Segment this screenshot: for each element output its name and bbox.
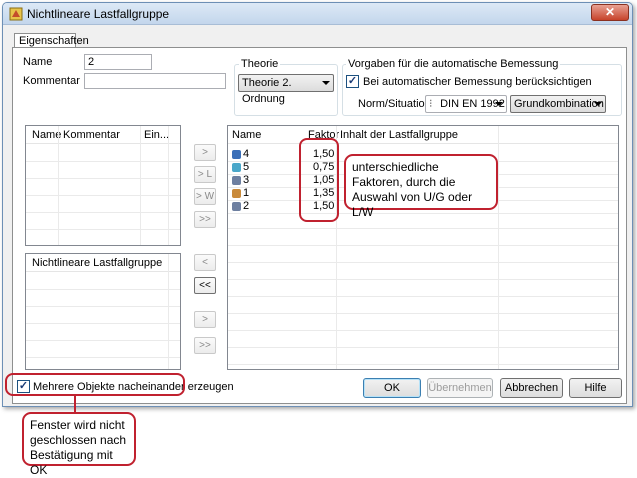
traffic-load-icon (232, 176, 241, 185)
close-button[interactable]: ✕ (591, 4, 629, 21)
col-name[interactable]: Name (32, 129, 61, 141)
theorie-group-title: Theorie (239, 58, 281, 70)
window-callout: Fenster wird nicht geschlossen nach Best… (22, 412, 136, 477)
cancel-button[interactable]: Abbrechen (500, 378, 563, 398)
add-all-button[interactable]: >> (194, 211, 216, 228)
bottom-add-button[interactable]: > (194, 311, 216, 328)
add-l-button[interactable]: > L (194, 166, 216, 183)
nonlinear-group-list-header: Nichtlineare Lastfallgruppe (26, 254, 180, 272)
remove-button[interactable]: < (194, 254, 216, 271)
col-nonlinear-group[interactable]: Nichtlineare Lastfallgruppe (32, 257, 162, 269)
col-inhalt[interactable]: Inhalt der Lastfallgruppe (340, 129, 458, 141)
app-icon (9, 7, 23, 21)
theorie-select-value: Theorie 2. Ordnung (242, 77, 292, 105)
wind-load-icon (232, 163, 241, 172)
nonlinear-group-list[interactable]: Nichtlineare Lastfallgruppe (25, 253, 181, 370)
norm-grid-icon: ⁝ (429, 98, 433, 110)
apply-button[interactable]: Übernehmen (427, 378, 493, 398)
row-name: 5 (243, 161, 250, 173)
theorie-select[interactable]: Theorie 2. Ordnung (238, 74, 334, 105)
chevron-down-icon (594, 102, 602, 106)
snow-load-icon (232, 150, 241, 159)
group-content-list-header: Name Faktor Inhalt der Lastfallgruppe (228, 126, 618, 144)
comment-label: Kommentar (23, 75, 80, 87)
factor-highlight (299, 138, 339, 222)
ok-button[interactable]: OK (363, 378, 421, 398)
multi-create-highlight (5, 373, 185, 396)
col-kommentar[interactable]: Kommentar (63, 129, 120, 141)
load-case-list[interactable]: Name Kommentar Ein... (25, 125, 181, 246)
row-name: 4 (243, 148, 250, 160)
factors-callout: unterschiedliche Faktoren, durch die Aus… (344, 154, 498, 219)
col-ein[interactable]: Ein... (144, 129, 169, 141)
close-icon: ✕ (604, 5, 616, 19)
name-field[interactable]: 2 (84, 54, 152, 70)
callout-connector (74, 396, 76, 413)
chevron-down-icon (322, 81, 330, 85)
chevron-down-icon (495, 102, 503, 106)
tab-eigenschaften[interactable]: Eigenschaften (14, 33, 89, 48)
bemessung-group-title: Vorgaben für die automatische Bemessung (346, 58, 561, 70)
norm-label: Norm/Situation: (358, 98, 434, 110)
bemessung-checkbox[interactable]: ✓ (346, 75, 359, 88)
row-name: 3 (243, 174, 250, 186)
bemessung-checkbox-label: Bei automatischer Bemessung berücksichti… (363, 76, 592, 88)
help-button[interactable]: Hilfe (569, 378, 622, 398)
row-name: 2 (243, 200, 250, 212)
add-button[interactable]: > (194, 144, 216, 161)
situation-select[interactable]: Grundkombination (510, 95, 606, 113)
situation-select-value: Grundkombination (514, 98, 604, 110)
col-name[interactable]: Name (232, 129, 261, 141)
bottom-add-all-button[interactable]: >> (194, 337, 216, 354)
properties-panel: Name 2 Kommentar Theorie Theorie 2. Ordn… (12, 47, 627, 404)
add-w-button[interactable]: > W (194, 188, 216, 205)
window-title: Nichtlineare Lastfallgruppe (27, 7, 170, 21)
load-case-list-header: Name Kommentar Ein... (26, 126, 180, 144)
dead-load-icon (232, 189, 241, 198)
row-name: 1 (243, 187, 250, 199)
comment-field[interactable] (84, 73, 226, 89)
name-label: Name (23, 56, 53, 68)
title-bar[interactable]: Nichtlineare Lastfallgruppe ✕ (3, 3, 632, 25)
remove-all-button[interactable]: << (194, 277, 216, 294)
norm-select[interactable]: ⁝ DIN EN 1992 (425, 95, 507, 113)
live-load-icon (232, 202, 241, 211)
